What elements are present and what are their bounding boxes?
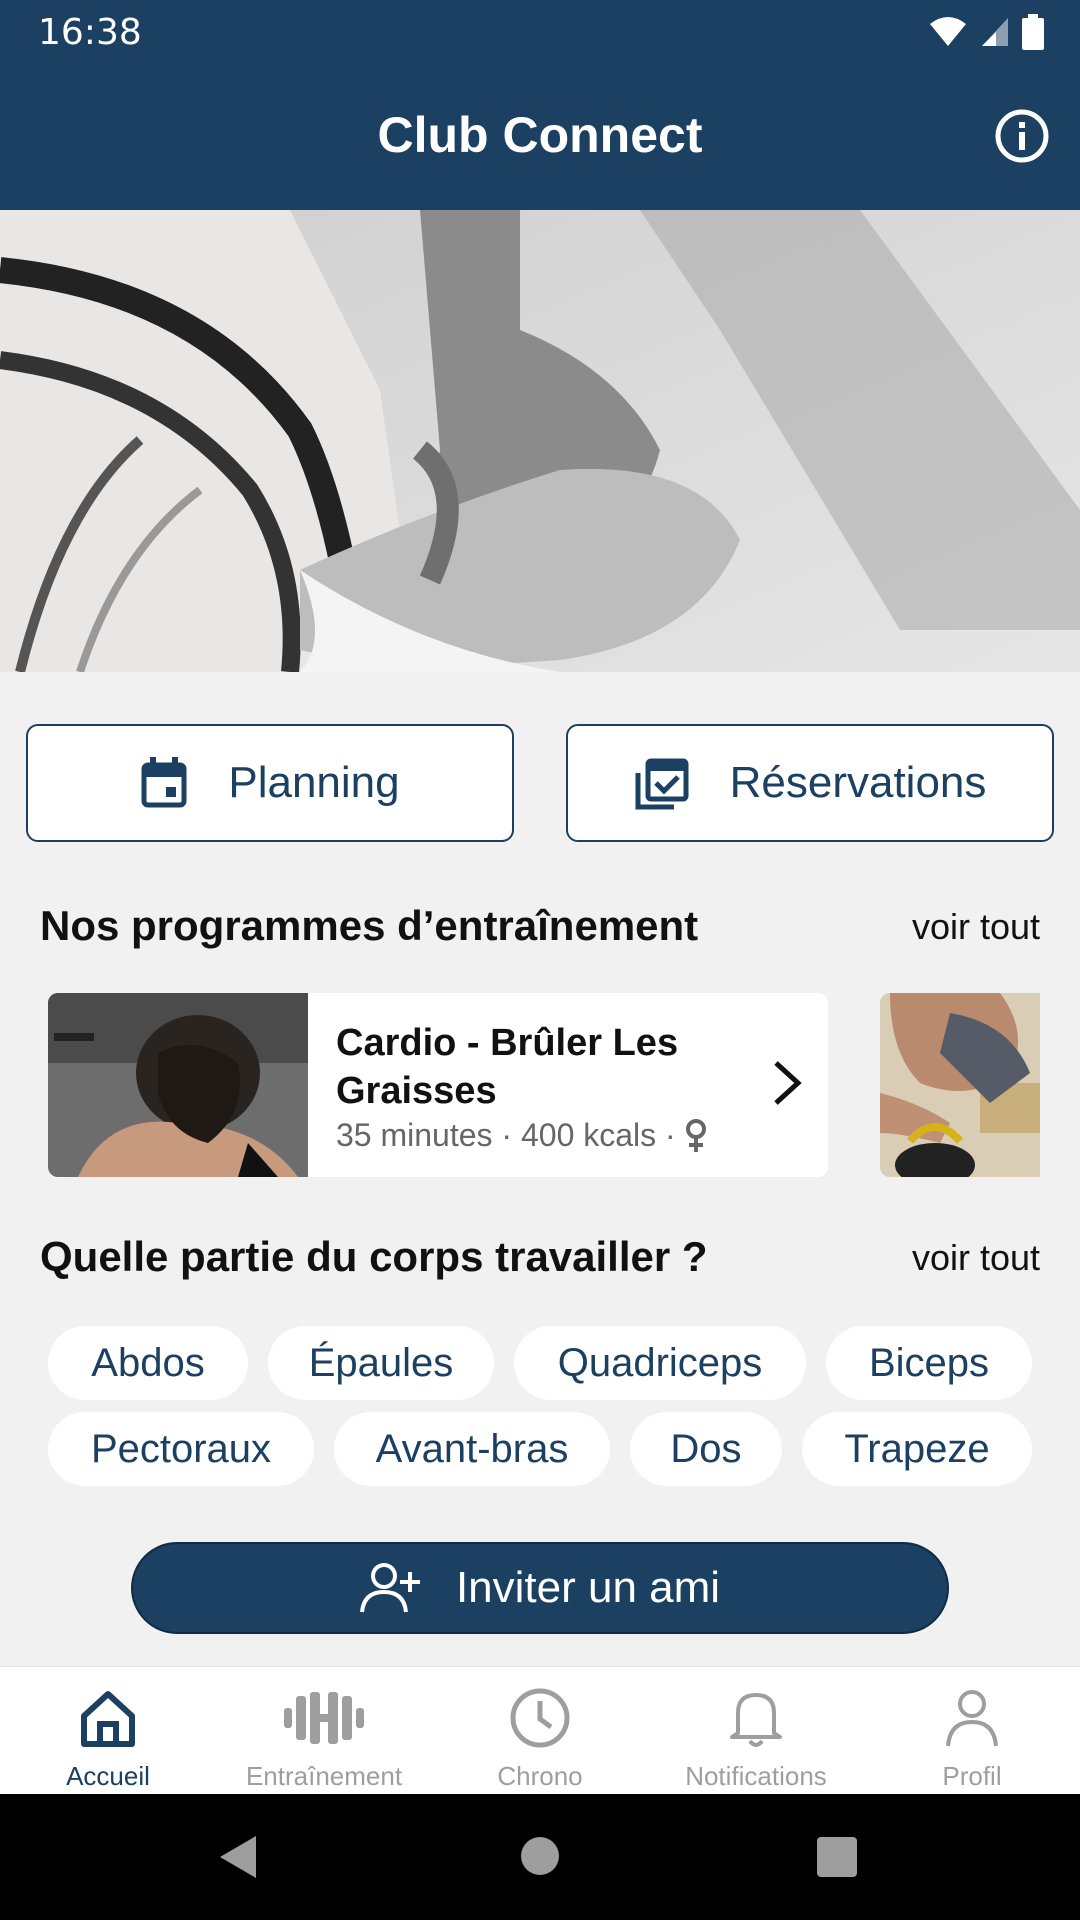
- wifi-icon: [930, 17, 966, 46]
- cell-signal-icon: [982, 18, 1008, 46]
- chip-biceps[interactable]: Biceps: [826, 1326, 1032, 1400]
- nav-item-notifications[interactable]: Notifications: [648, 1667, 864, 1795]
- calendar-icon: [141, 757, 187, 808]
- bottom-navigation: Accueil Entraînement Chrono Notification…: [0, 1666, 1080, 1794]
- hero-image: [0, 210, 1080, 672]
- nav-label-notifications: Notifications: [685, 1761, 827, 1791]
- home-icon: [81, 1691, 135, 1747]
- program-thumbnail-next: [880, 993, 1040, 1177]
- reservations-label: Réservations: [729, 758, 987, 807]
- dumbbell-icon: [284, 1692, 364, 1744]
- nav-item-accueil[interactable]: Accueil: [0, 1667, 216, 1795]
- program-card-next[interactable]: [880, 993, 1040, 1177]
- battery-icon: [1022, 14, 1044, 50]
- planning-button[interactable]: Planning: [26, 724, 514, 842]
- female-icon: [685, 1118, 706, 1152]
- app-title: Club Connect: [377, 107, 703, 163]
- planning-label: Planning: [228, 758, 400, 807]
- recents-icon[interactable]: [816, 1836, 858, 1878]
- add-person-icon: [359, 1563, 420, 1613]
- nav-item-profil[interactable]: Profil: [864, 1667, 1080, 1795]
- program-card[interactable]: Cardio - Brûler Les Graisses 35 minutes …: [48, 993, 828, 1177]
- body-parts-title: Quelle partie du corps travailler ?: [40, 1233, 708, 1280]
- body-parts-see-all-link[interactable]: voir tout: [912, 1237, 1040, 1279]
- nav-label-entrainement: Entraînement: [245, 1761, 403, 1791]
- nav-item-chrono[interactable]: Chrono: [432, 1667, 648, 1795]
- program-thumbnail: [48, 993, 308, 1177]
- chip-dos[interactable]: Dos: [630, 1412, 782, 1486]
- nav-label-profil: Profil: [942, 1761, 1002, 1791]
- chip-trapeze[interactable]: Trapeze: [802, 1412, 1032, 1486]
- chip-avant-bras[interactable]: Avant-bras: [334, 1412, 610, 1486]
- nav-label-accueil: Accueil: [66, 1761, 150, 1791]
- status-time: 16:38: [38, 12, 142, 53]
- programs-see-all-link[interactable]: voir tout: [912, 906, 1040, 948]
- home-circle-icon[interactable]: [520, 1836, 560, 1876]
- system-navigation-bar: [0, 1794, 1080, 1920]
- person-icon: [946, 1690, 998, 1747]
- reservations-button[interactable]: Réservations: [566, 724, 1054, 842]
- programs-title: Nos programmes d’entraînement: [40, 902, 699, 949]
- bell-icon: [730, 1693, 782, 1747]
- program-meta-text: 35 minutes · 400 kcals ·: [336, 1117, 676, 1153]
- back-icon[interactable]: [216, 1834, 260, 1880]
- invite-label: Inviter un ami: [455, 1563, 721, 1612]
- chip-quadriceps[interactable]: Quadriceps: [514, 1326, 806, 1400]
- app-bar: Club Connect: [0, 64, 1080, 210]
- calendar-check-icon: [635, 758, 689, 810]
- chip-abdos[interactable]: Abdos: [48, 1326, 248, 1400]
- chip-epaules[interactable]: Épaules: [268, 1326, 494, 1400]
- clock-icon: [510, 1688, 570, 1748]
- status-bar: 16:38: [0, 0, 1080, 64]
- nav-item-entrainement[interactable]: Entraînement: [216, 1667, 432, 1795]
- program-meta: 35 minutes · 400 kcals ·: [336, 1117, 708, 1154]
- program-name: Cardio - Brûler Les Graisses: [336, 1022, 679, 1112]
- chevron-right-icon: [774, 1061, 802, 1105]
- invite-friend-button[interactable]: Inviter un ami: [131, 1542, 949, 1634]
- nav-label-chrono: Chrono: [497, 1761, 583, 1791]
- chip-pectoraux[interactable]: Pectoraux: [48, 1412, 314, 1486]
- info-icon[interactable]: [994, 108, 1050, 164]
